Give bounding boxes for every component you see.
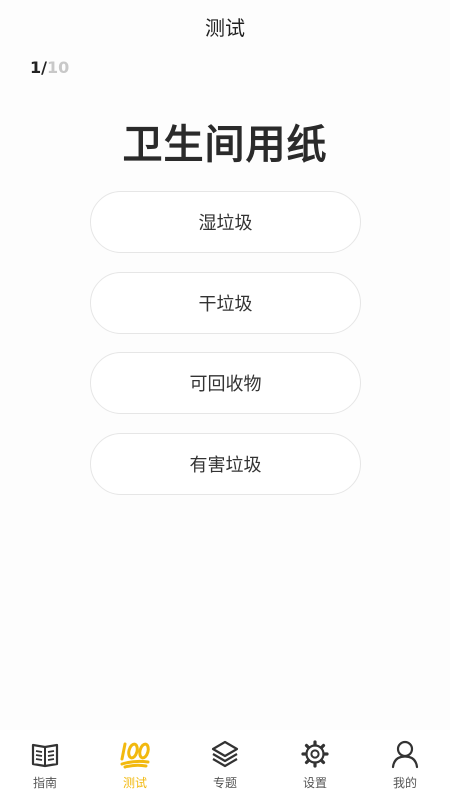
layers-icon: [209, 738, 241, 770]
question-progress: 1 / 10: [30, 58, 69, 77]
tab-test[interactable]: 测试: [90, 738, 180, 791]
tab-label: 设置: [302, 776, 327, 790]
tab-label: 测试: [122, 776, 147, 790]
tab-label: 我的: [392, 776, 417, 790]
tab-settings[interactable]: 设置: [270, 738, 360, 791]
tab-label: 专题: [212, 776, 237, 790]
tab-guide[interactable]: 指南: [0, 738, 90, 791]
progress-current: 1: [30, 58, 42, 77]
option-wet-waste[interactable]: 湿垃圾: [90, 191, 361, 253]
question-text: 卫生间用纸: [122, 122, 328, 168]
header: 测试: [0, 0, 450, 52]
book-icon: [29, 738, 61, 770]
option-hazardous-waste[interactable]: 有害垃圾: [90, 432, 361, 495]
gear-icon: [299, 738, 331, 770]
tab-profile[interactable]: 我的: [360, 738, 450, 791]
option-dry-waste[interactable]: 干垃圾: [90, 271, 361, 334]
tab-topics[interactable]: 专题: [180, 738, 270, 791]
hundred-points-icon: [119, 738, 151, 770]
user-icon: [389, 738, 421, 770]
option-recyclable[interactable]: 可回收物: [90, 352, 361, 414]
quiz-screen: 测试 1 / 10 卫生间用纸 湿垃圾 干垃圾 可回收物 有害垃圾 指南 测试 …: [0, 0, 450, 800]
page-title: 测试: [205, 15, 245, 40]
tab-label: 指南: [32, 776, 57, 790]
answer-options: 湿垃圾 干垃圾 可回收物 有害垃圾: [90, 191, 361, 513]
progress-total: 10: [46, 58, 70, 77]
bottom-tab-bar: 指南 测试 专题 设置 我的: [0, 730, 450, 800]
